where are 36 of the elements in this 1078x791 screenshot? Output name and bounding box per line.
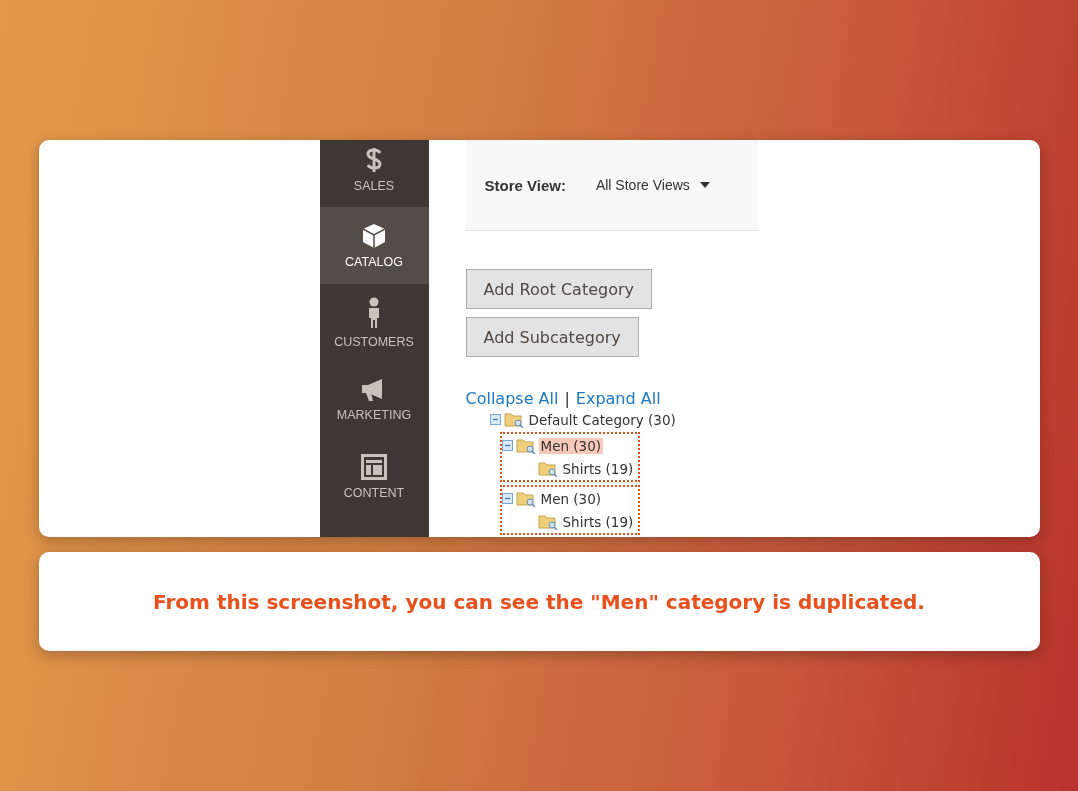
collapse-icon[interactable] (501, 493, 513, 504)
folder-icon (515, 437, 536, 454)
sidebar-item[interactable]: CONTENT (319, 438, 429, 515)
store-view-label: Store View: (484, 176, 566, 194)
sidebar-item[interactable]: MARKETING (319, 361, 429, 438)
sidebar-label: CONTENT (343, 485, 405, 500)
caret-icon (699, 182, 710, 188)
box-icon (362, 222, 386, 249)
expand-all-link[interactable]: Expand All (575, 389, 661, 408)
link-separator: | (564, 389, 570, 408)
add-category-button[interactable]: Add Root Category (465, 269, 652, 309)
category-label[interactable]: Shirts (19) (560, 513, 636, 530)
store-view-dropdown[interactable]: All Store Views (595, 177, 710, 193)
sidebar-label: MARKETING (336, 407, 412, 422)
sidebar-label: SALES (353, 179, 395, 193)
folder-icon (537, 460, 558, 477)
person-icon (367, 296, 381, 329)
collapse-all-link[interactable]: Collapse All (465, 389, 559, 408)
category-label[interactable]: Default Category (30) (526, 411, 678, 428)
sidebar-item[interactable]: SALES (319, 140, 429, 207)
sidebar-label: CATALOG (345, 254, 403, 269)
folder-icon (503, 411, 524, 428)
category-label[interactable]: Shirts (19) (560, 460, 636, 477)
caption-text: From this screenshot, you can see the "Men" category is duplicated. (153, 589, 925, 614)
sidebar-item[interactable]: CUSTOMERS (319, 284, 429, 361)
sidebar-item[interactable]: CATALOG (319, 207, 429, 284)
category-label[interactable]: Men (30) (538, 437, 603, 454)
dollar-icon (365, 147, 383, 173)
category-label[interactable]: Men (30) (538, 490, 603, 507)
folder-icon (537, 513, 558, 530)
add-category-button[interactable]: Add Subcategory (465, 317, 639, 357)
sidebar-label: CUSTOMERS (334, 334, 414, 349)
collapse-icon[interactable] (501, 440, 513, 451)
layout-icon (361, 453, 387, 480)
collapse-icon[interactable] (489, 414, 501, 425)
folder-icon (515, 490, 536, 507)
